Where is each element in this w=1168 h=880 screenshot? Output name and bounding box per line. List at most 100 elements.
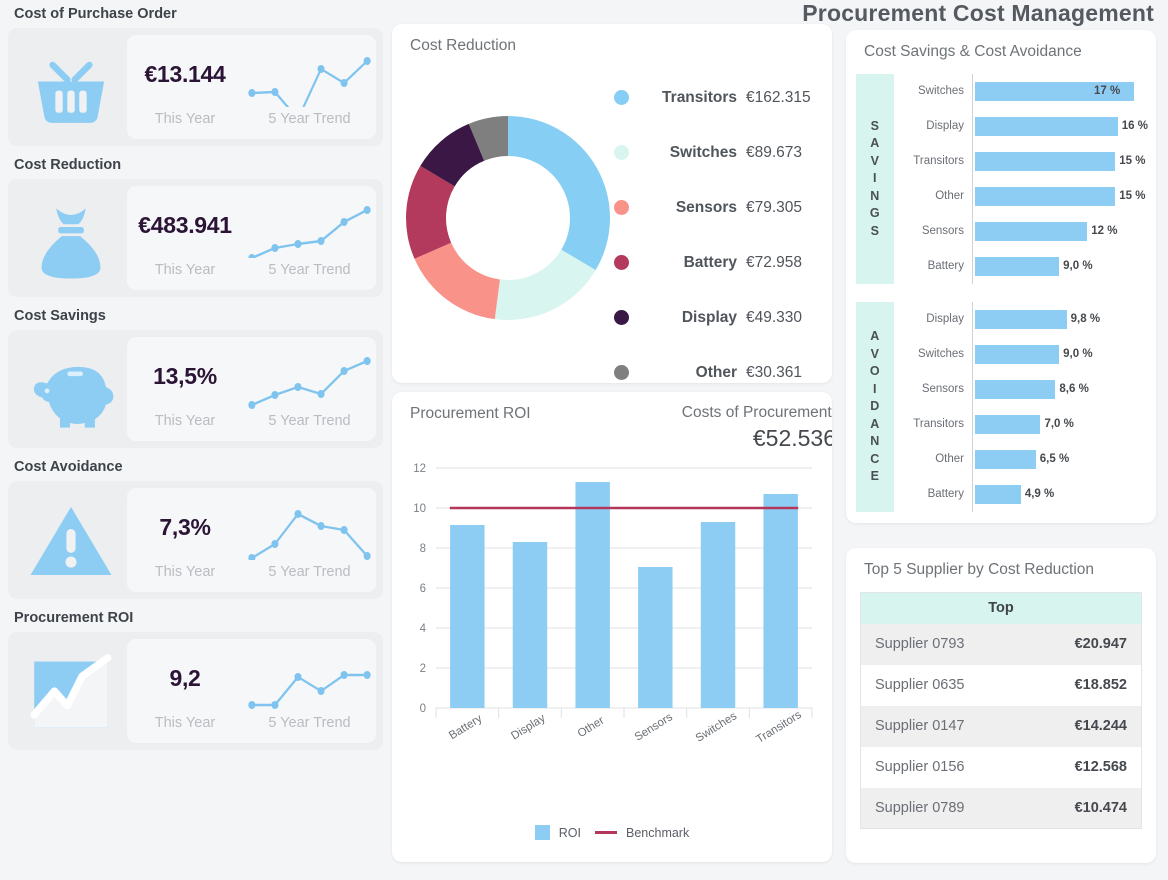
legend-color-dot — [614, 145, 629, 160]
legend-label: Benchmark — [626, 825, 690, 840]
savings-band: S A V I N G S — [856, 74, 894, 284]
bar-row[interactable]: Transitors 7,0 % — [894, 406, 1148, 442]
bar-value-label: 9,0 % — [1063, 260, 1093, 273]
savings-panel-title: Cost Savings & Cost Avoidance — [864, 43, 1082, 60]
bar[interactable] — [975, 309, 1067, 329]
legend-color-dot — [614, 200, 629, 215]
bar-category-label: Transitors — [913, 418, 964, 431]
bar-row[interactable]: Sensors 8,6 % — [894, 371, 1148, 407]
kpi-icon-wrap — [15, 37, 127, 137]
donut-segment[interactable] — [414, 242, 500, 320]
legend-value: €72.958 — [746, 253, 803, 271]
savings-band-label: S A V I N G S — [869, 118, 881, 238]
bar-row[interactable]: Display 16 % — [894, 108, 1148, 144]
supplier-name: Supplier 0635 — [860, 664, 1028, 706]
donut-segment[interactable] — [508, 116, 610, 271]
kpi-card[interactable]: 13,5% This Year 5 Year Trend — [8, 330, 383, 448]
bar[interactable] — [575, 482, 610, 708]
costs-value: €52.536 — [752, 425, 832, 451]
bar-category-label: Transitors — [913, 155, 964, 168]
kpi-card[interactable]: 9,2 This Year 5 Year Trend — [8, 632, 383, 750]
bar-category-label: Battery — [927, 260, 964, 273]
bar[interactable] — [763, 494, 798, 708]
bar-row[interactable]: Transitors 15 % — [894, 143, 1148, 179]
kpi-value-wrap: €13.144 This Year — [127, 35, 243, 139]
bar-value-label: 15 % — [1119, 190, 1146, 203]
legend-color-dot — [614, 255, 629, 270]
legend-value: €30.361 — [746, 363, 803, 381]
kpi-trend-label: 5 Year Trend — [268, 262, 351, 278]
bar-category-label: Switches — [917, 85, 964, 98]
bar[interactable] — [700, 522, 736, 708]
kpi-period-label: This Year — [154, 715, 216, 731]
roi-chart-legend: ROI Benchmark — [392, 825, 832, 840]
bar-value-label: 16 % — [1121, 120, 1148, 133]
legend-item[interactable]: Display €49.330 — [614, 290, 826, 345]
supplier-name: Supplier 0156 — [860, 746, 1028, 788]
kpi-label: Cost Avoidance — [14, 459, 123, 475]
bar[interactable] — [975, 414, 1041, 434]
bar-value-label: 15 % — [1119, 155, 1146, 168]
table-row[interactable]: Supplier 0156 €12.568 — [860, 746, 1142, 788]
kpi-inner: €483.941 This Year 5 Year Trend — [127, 186, 376, 290]
bar-row[interactable]: Other 15 % — [894, 178, 1148, 214]
kpi-card[interactable]: 7,3% This Year 5 Year Trend — [8, 481, 383, 599]
bar[interactable] — [512, 542, 548, 708]
warning-triangle-icon — [30, 506, 112, 575]
kpi-trend-label: 5 Year Trend — [268, 111, 351, 127]
donut-panel-title: Cost Reduction — [410, 37, 516, 54]
bar[interactable] — [450, 525, 485, 708]
table-row[interactable]: Supplier 0147 €14.244 — [860, 705, 1142, 747]
kpi-period-label: This Year — [154, 111, 216, 127]
bar[interactable] — [975, 344, 1060, 364]
legend-item[interactable]: Battery €72.958 — [614, 235, 826, 290]
y-axis-tick-label: 12 — [413, 463, 426, 475]
supplier-amount: €18.852 — [1027, 664, 1142, 706]
table-row[interactable]: Supplier 0789 €10.474 — [860, 787, 1142, 829]
kpi-trend-label: 5 Year Trend — [268, 715, 351, 731]
bar[interactable] — [975, 116, 1118, 136]
bar-row[interactable]: Other 6,5 % — [894, 441, 1148, 477]
table-row[interactable]: Supplier 0793 €20.947 — [860, 623, 1142, 665]
sparkline — [248, 57, 371, 107]
supplier-name: Supplier 0793 — [860, 623, 1028, 665]
bar-row[interactable]: Battery 4,9 % — [894, 476, 1148, 512]
legend-item[interactable]: Transitors €162.315 — [614, 70, 826, 125]
kpi-value-wrap: €483.941 This Year — [127, 186, 243, 290]
bar[interactable] — [975, 256, 1060, 276]
kpi-card[interactable]: €13.144 This Year 5 Year Trend — [8, 28, 383, 146]
procurement-roi-panel: Procurement ROI Costs of Procurement: €5… — [392, 392, 832, 862]
bar-category-label: Sensors — [921, 225, 964, 238]
dashboard-root: Procurement Cost Management Cost of Purc… — [0, 0, 1168, 880]
bar-row[interactable]: Switches 17 % — [894, 74, 1148, 109]
kpi-value-wrap: 13,5% This Year — [127, 337, 243, 441]
table-row[interactable]: Supplier 0635 €18.852 — [860, 664, 1142, 706]
bar[interactable] — [975, 186, 1116, 206]
bar-row[interactable]: Display 9,8 % — [894, 302, 1148, 337]
kpi-period-label: This Year — [154, 564, 216, 580]
bar[interactable] — [975, 221, 1088, 241]
piggy-bank-icon — [33, 366, 114, 428]
kpi-card[interactable]: €483.941 This Year 5 Year Trend — [8, 179, 383, 297]
kpi-icon-wrap — [15, 339, 127, 439]
bar[interactable] — [638, 567, 673, 708]
kpi-trend-label: 5 Year Trend — [268, 564, 351, 580]
kpi-sparkline-wrap: 5 Year Trend — [243, 488, 376, 592]
kpi-icon-wrap — [15, 188, 127, 288]
bar[interactable] — [975, 484, 1021, 504]
legend-item[interactable]: Switches €89.673 — [614, 125, 826, 180]
kpi-label: Cost Reduction — [14, 157, 122, 173]
page-title: Procurement Cost Management — [802, 0, 1154, 26]
bar-row[interactable]: Battery 9,0 % — [894, 248, 1148, 284]
bar-row[interactable]: Switches 9,0 % — [894, 336, 1148, 372]
bar[interactable] — [975, 449, 1036, 469]
legend-value: €162.315 — [746, 88, 811, 106]
legend-item[interactable]: Sensors €79.305 — [614, 180, 826, 235]
bar-value-label: 9,8 % — [1070, 313, 1101, 326]
bar[interactable] — [975, 379, 1056, 399]
bar-value-label: 4,9 % — [1024, 488, 1055, 501]
bar-row[interactable]: Sensors 12 % — [894, 213, 1148, 249]
y-axis-tick-label: 10 — [413, 503, 426, 515]
legend-label: Other — [695, 363, 737, 381]
bar[interactable] — [975, 151, 1116, 171]
